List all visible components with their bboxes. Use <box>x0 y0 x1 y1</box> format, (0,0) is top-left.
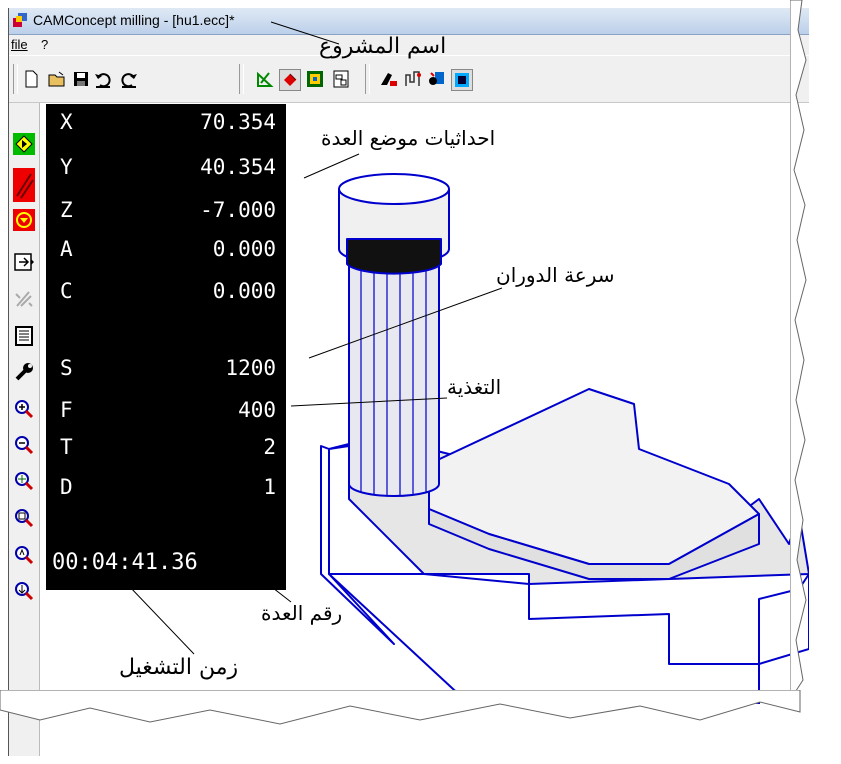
column-band <box>346 238 442 275</box>
base-block-front <box>328 573 760 704</box>
torn-edge-bottom <box>0 690 801 725</box>
axis-value: 40.354 <box>200 155 276 179</box>
position-readout-panel: X 70.354 Y 40.354 Z -7.000 A 0.000 C 0.000 S 1… <box>46 104 286 590</box>
title-bar[interactable]: CAMConcept milling - [hu1.ecc]* <box>9 8 809 35</box>
axis-label: D <box>60 475 73 499</box>
annotation-tool-coordinates: احداثيات موضع العدة <box>321 126 496 150</box>
column-top <box>338 173 450 205</box>
zoom-all-icon[interactable] <box>13 580 35 602</box>
axis-label: X <box>60 110 73 134</box>
menu-file[interactable]: file <box>11 37 28 52</box>
axis-label: C <box>60 279 73 303</box>
dro-row-s: S 1200 <box>60 356 276 384</box>
zoom-prev-icon[interactable] <box>13 544 35 566</box>
dro-row-d: D1 <box>60 475 276 503</box>
leader-run-time <box>128 585 195 655</box>
axis-label: Z <box>60 198 73 222</box>
zoom-window-icon[interactable] <box>13 507 35 529</box>
control-panel-icon[interactable] <box>451 69 473 91</box>
dro-row-z: Z -7.000 <box>60 198 276 226</box>
menu-help[interactable]: ? <box>41 37 48 52</box>
toolpath-icon[interactable] <box>255 69 275 89</box>
axis-label: S <box>60 356 73 380</box>
dro-row-y: Y 40.354 <box>60 155 276 183</box>
zoom-in-icon[interactable] <box>13 398 35 420</box>
toolbar-separator-2 <box>365 64 370 94</box>
axis-value: 0.000 <box>212 237 276 261</box>
screenshot-frame: CAMConcept milling - [hu1.ecc]* file ? X… <box>0 0 841 764</box>
redo-icon[interactable] <box>119 69 139 89</box>
model-viewport[interactable] <box>289 104 809 704</box>
app-window: CAMConcept milling - [hu1.ecc]* file ? X… <box>8 8 809 756</box>
dro-row-a: A 0.000 <box>60 237 276 265</box>
axis-value: 2 <box>263 435 276 459</box>
path-edit-icon[interactable] <box>403 69 423 89</box>
dro-row-x: X 70.354 <box>60 110 276 138</box>
simulate-icon[interactable] <box>279 69 301 91</box>
axis-label: T <box>60 435 73 459</box>
toolbar-grip <box>13 64 18 94</box>
torn-edge-right <box>790 0 807 701</box>
axis-value: 0.000 <box>212 279 276 303</box>
zoom-fit-icon[interactable] <box>13 470 35 492</box>
axis-value: 70.354 <box>200 110 276 134</box>
skip-icon[interactable] <box>13 288 35 310</box>
axis-label: A <box>60 237 73 261</box>
annotation-project-name: اسم المشروع <box>319 34 447 59</box>
annotation-spindle-speed: سرعة الدوران <box>496 263 615 287</box>
zoom-out-icon[interactable] <box>13 434 35 456</box>
stop-icon[interactable] <box>13 209 35 231</box>
tool-icon[interactable] <box>13 361 35 383</box>
machine-view-icon[interactable] <box>305 69 325 89</box>
axis-value: 1200 <box>225 356 276 380</box>
annotation-feed: التغذية <box>447 375 502 399</box>
annotation-tool-number: رقم العدة <box>261 601 343 625</box>
axis-value: -7.000 <box>200 198 276 222</box>
sheet-icon[interactable] <box>331 69 351 89</box>
axis-label: F <box>60 398 73 422</box>
dro-row-c: C 0.000 <box>60 279 276 307</box>
single-step-icon[interactable] <box>13 251 35 273</box>
app-icon <box>13 13 27 27</box>
axis-value: 1 <box>263 475 276 499</box>
save-icon[interactable] <box>71 69 91 89</box>
program-list-icon[interactable] <box>13 325 35 347</box>
cycle-start-icon[interactable] <box>13 133 35 155</box>
undo-icon[interactable] <box>93 69 113 89</box>
dro-row-f: F 400 <box>60 398 276 426</box>
run-time-value: 00:04:41.36 <box>52 550 198 575</box>
window-title: CAMConcept milling - [hu1.ecc]* <box>33 12 235 28</box>
toolbar-separator <box>239 64 244 94</box>
feed-hold-icon[interactable] <box>13 168 35 202</box>
control-sidebar <box>9 103 40 756</box>
annotation-run-time: زمن التشغيل <box>119 655 239 680</box>
axis-value: 400 <box>238 398 276 422</box>
open-folder-icon[interactable] <box>47 69 67 89</box>
toolbar <box>9 56 809 103</box>
machine-icon[interactable] <box>427 69 447 89</box>
dro-row-t: T2 <box>60 435 276 463</box>
axis-label: Y <box>60 155 73 179</box>
new-file-icon[interactable] <box>21 69 41 89</box>
tool-table-icon[interactable] <box>379 69 399 89</box>
